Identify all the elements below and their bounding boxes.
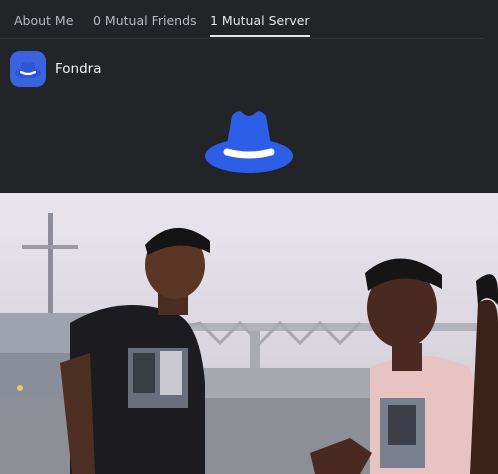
server-icon bbox=[10, 51, 46, 87]
profile-tabs: About Me 0 Mutual Friends 1 Mutual Serve… bbox=[0, 0, 484, 39]
tab-about-me[interactable]: About Me bbox=[14, 13, 73, 28]
tab-mutual-friends[interactable]: 0 Mutual Friends bbox=[93, 13, 197, 28]
mutual-server-item[interactable]: Fondra bbox=[10, 51, 102, 87]
profile-panel: About Me 0 Mutual Friends 1 Mutual Serve… bbox=[0, 0, 498, 474]
gif-scene bbox=[0, 193, 498, 474]
gif-image[interactable] bbox=[0, 193, 498, 474]
hat-icon bbox=[205, 111, 293, 173]
hat-icon bbox=[10, 51, 46, 87]
server-name: Fondra bbox=[55, 61, 102, 77]
tab-mutual-servers[interactable]: 1 Mutual Server bbox=[210, 13, 310, 37]
